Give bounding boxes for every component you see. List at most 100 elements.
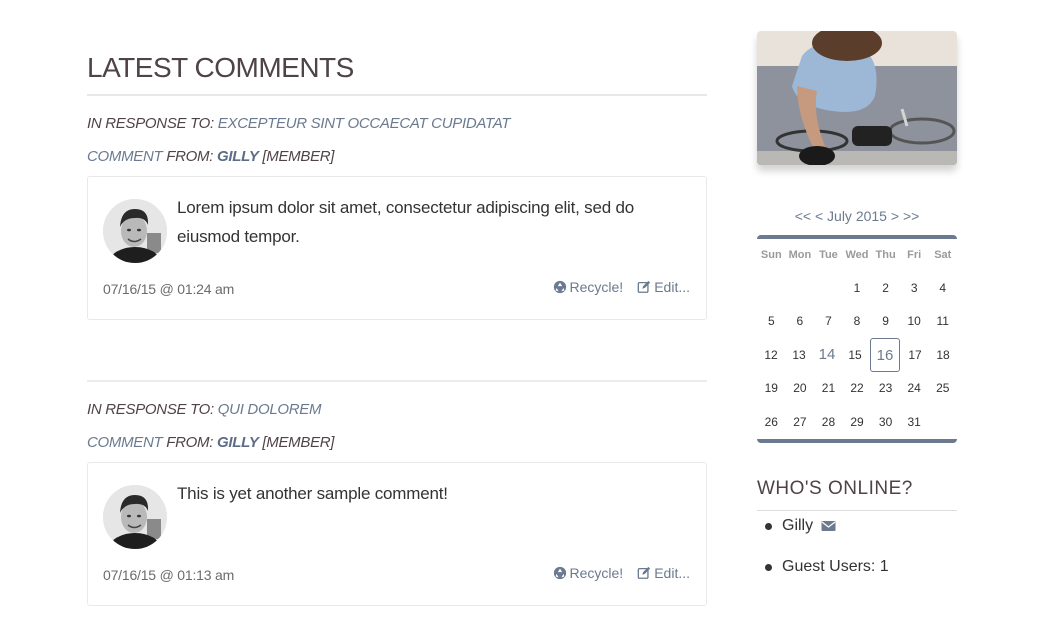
comment-timestamp: 07/16/15 @ 01:13 am <box>103 567 235 583</box>
calendar-day: 18 <box>936 347 950 362</box>
recycle-label: Recycle! <box>569 279 624 295</box>
calendar-empty-cell <box>786 271 815 305</box>
recycle-button[interactable]: Recycle! <box>553 565 624 581</box>
prev-year-link[interactable]: << <box>795 208 811 224</box>
calendar-day: 13 <box>792 347 806 362</box>
recycle-button[interactable]: Recycle! <box>553 279 624 295</box>
whos-online-title: WHO'S ONLINE? <box>757 478 913 499</box>
post-link[interactable]: EXCEPTEUR SINT OCCAECAT CUPIDATAT <box>218 115 511 132</box>
calendar-day-today[interactable]: 16 <box>870 337 900 372</box>
calendar-nav: << < July 2015 > >> <box>757 208 957 224</box>
calendar-week-row: 5 6 7 8 9 10 11 <box>757 305 957 339</box>
recycle-icon <box>553 280 566 294</box>
author-role: [MEMBER] <box>262 434 335 451</box>
weekday-label: Tue <box>819 249 838 261</box>
whos-online-divider <box>757 510 957 511</box>
in-response-label: IN RESPONSE TO: <box>87 401 214 418</box>
comment-text: This is yet another sample comment! <box>177 484 448 503</box>
guest-users-item: Guest Users: 1 <box>757 555 889 596</box>
in-response-label: IN RESPONSE TO: <box>87 115 214 132</box>
comment-text: Lorem ipsum dolor sit amet, consectetur … <box>177 198 635 246</box>
calendar-day: 25 <box>936 381 950 396</box>
comment-timestamp: 07/16/15 @ 01:24 am <box>103 281 235 297</box>
calendar-day: 17 <box>908 347 922 362</box>
calendar-day: 19 <box>764 381 778 396</box>
calendar-day: 15 <box>848 347 862 362</box>
calendar-day: 1 <box>853 280 861 295</box>
comment-from-label: COMMENT <box>87 148 163 165</box>
comment-actions: Recycle! Edit... <box>553 565 690 581</box>
calendar-day: 5 <box>767 314 775 329</box>
calendar-day: 23 <box>878 381 893 396</box>
calendar-week-row: 19 20 21 22 23 24 25 <box>757 372 957 406</box>
avatar <box>103 199 167 263</box>
calendar-day: 9 <box>882 314 889 329</box>
featured-photo[interactable] <box>757 31 957 165</box>
comment-card: This is yet another sample comment! 07/1… <box>87 462 707 606</box>
title-divider <box>87 94 707 96</box>
calendar-day: 3 <box>910 280 918 295</box>
calendar-days: 1 2 3 4 5 6 7 8 9 10 11 12 13 14 15 16 17 18 19 20 21 22 23 24 2… <box>757 271 957 439</box>
calendar-day: 31 <box>907 414 921 429</box>
calendar-day: 29 <box>850 414 864 429</box>
next-month-link[interactable]: > <box>891 208 899 224</box>
calendar-day: 10 <box>907 314 921 329</box>
prev-month-link[interactable]: < <box>815 208 823 224</box>
weekday-label: Sun <box>760 249 782 261</box>
comment-author-link[interactable]: GILLY <box>217 434 259 451</box>
calendar-empty-cell <box>814 271 843 305</box>
comment-divider <box>87 380 707 382</box>
online-user-item: Gilly <box>757 514 889 555</box>
edit-label: Edit... <box>654 565 690 581</box>
next-year-link[interactable]: >> <box>903 208 919 224</box>
weekday-label: Thu <box>875 249 896 261</box>
edit-icon <box>637 280 651 293</box>
calendar-day: 8 <box>853 314 861 329</box>
calendar-day: 24 <box>907 381 921 396</box>
edit-label: Edit... <box>654 279 690 295</box>
comment-from-label: COMMENT <box>87 434 163 451</box>
comment-author-link[interactable]: GILLY <box>217 148 259 165</box>
calendar-day: 4 <box>939 280 947 295</box>
post-link[interactable]: QUI DOLOREM <box>218 401 322 418</box>
from-label: FROM: <box>166 434 214 451</box>
calendar-day: 2 <box>882 280 889 295</box>
comment-card: Lorem ipsum dolor sit amet, consectetur … <box>87 176 707 320</box>
comment-from-line: COMMENT FROM: GILLY [MEMBER] <box>87 433 334 453</box>
edit-button[interactable]: Edit... <box>637 565 690 581</box>
mail-icon[interactable] <box>821 520 836 532</box>
edit-icon <box>637 566 651 579</box>
weekday-label: Wed <box>845 249 869 261</box>
calendar-week-row: 12 13 14 15 16 17 18 <box>757 337 957 372</box>
calendar-day: 11 <box>936 314 949 329</box>
recycle-icon <box>553 566 566 580</box>
calendar-week-row: 26 27 28 29 30 31 <box>757 405 957 439</box>
comment-from-line: COMMENT FROM: GILLY [MEMBER] <box>87 147 334 167</box>
month-label: July 2015 <box>827 208 887 224</box>
calendar-empty-cell <box>757 271 786 305</box>
calendar-week-row: 1 2 3 4 <box>757 271 957 305</box>
weekday-label: Fri <box>907 249 922 261</box>
calendar-day: 28 <box>821 414 836 429</box>
author-role: [MEMBER] <box>262 148 335 165</box>
calendar-day: 27 <box>793 414 807 429</box>
comment-actions: Recycle! Edit... <box>553 279 690 295</box>
calendar-day: 21 <box>821 381 836 396</box>
online-users-list: Gilly Guest Users: 1 <box>757 514 889 596</box>
page-title: LATEST COMMENTS <box>87 52 354 83</box>
calendar-day: 22 <box>850 381 864 396</box>
calendar-weekday-header: Sun Mon Tue Wed Thu Fri Sat <box>757 239 957 271</box>
calendar-empty-cell <box>928 405 957 439</box>
edit-button[interactable]: Edit... <box>637 279 690 295</box>
calendar-day: 20 <box>793 381 807 396</box>
recycle-label: Recycle! <box>569 565 624 581</box>
online-user-name[interactable]: Gilly <box>782 517 813 534</box>
from-label: FROM: <box>166 148 214 165</box>
in-response-line: IN RESPONSE TO: QUI DOLOREM <box>87 400 321 420</box>
in-response-line: IN RESPONSE TO: EXCEPTEUR SINT OCCAECAT … <box>87 114 510 134</box>
calendar-day-link[interactable]: 14 <box>813 338 841 372</box>
calendar-day: 12 <box>764 347 778 362</box>
calendar-day: 30 <box>878 414 893 429</box>
avatar <box>103 485 167 549</box>
calendar-day: 6 <box>796 314 804 329</box>
